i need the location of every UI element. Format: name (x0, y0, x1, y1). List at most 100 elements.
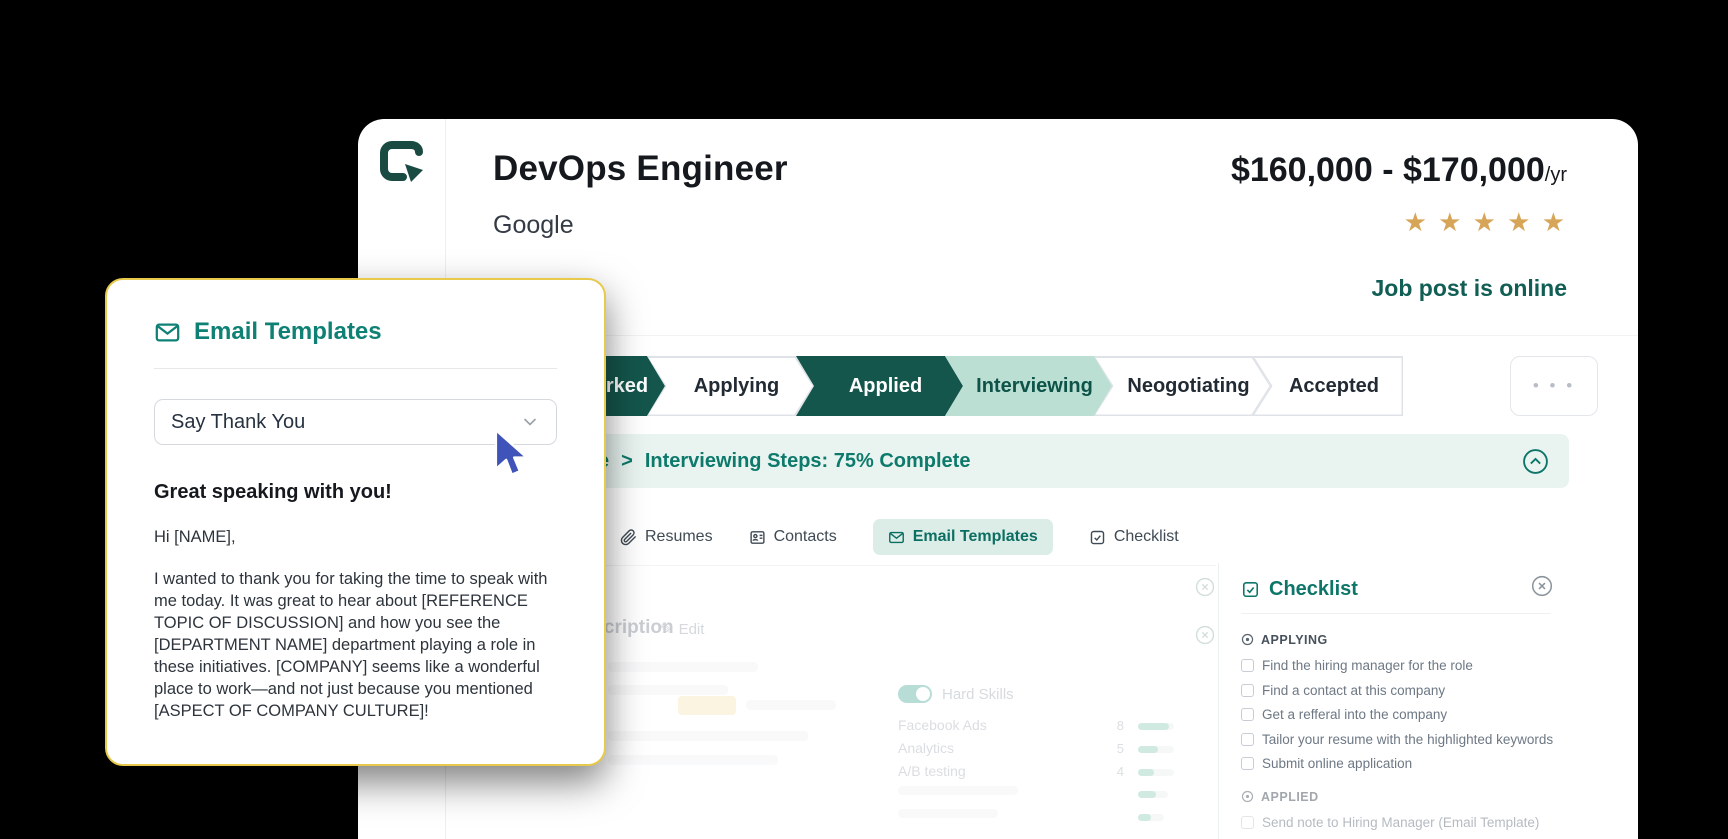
hard-skills-toggle-label: Hard Skills (942, 686, 1014, 703)
stage-dot-icon (1241, 790, 1254, 803)
stage-label: Neogotiating (1096, 358, 1270, 415)
screen: DevOps Engineer Google $160,000 - $170,0… (0, 0, 1728, 839)
checklist-header: Checklist (1241, 577, 1551, 601)
popup-title: Email Templates (194, 318, 382, 345)
paperclip-icon (620, 528, 637, 546)
tab-label: Resumes (645, 528, 713, 545)
tab-contacts[interactable]: Contacts (749, 528, 837, 546)
job-post-status: Job post is online (1371, 275, 1567, 301)
banner-separator: > (621, 449, 633, 472)
section-name: APPLIED (1261, 789, 1319, 804)
section-header: APPLYING (1241, 632, 1551, 647)
pencil-icon: ✎ (660, 621, 673, 638)
skill-name: A/B testing (898, 763, 966, 779)
skill-skeleton (898, 809, 998, 818)
teal-logo (378, 139, 426, 187)
checklist-item[interactable]: Tailor your resume with the highlighted … (1241, 731, 1554, 747)
checklist-item[interactable]: Get a refferal into the company (1241, 707, 1551, 722)
skill-score: 4 (1116, 764, 1124, 779)
skill-bar (1138, 814, 1164, 821)
text-skeleton (608, 731, 808, 741)
banner-text: Interviewing Steps: 75% Complete (644, 449, 971, 472)
tab-label: Checklist (1113, 528, 1179, 545)
salary-range: $160,000 - $170,000/yr (1231, 151, 1567, 190)
stage-applying[interactable]: Applying (647, 356, 814, 416)
checkbox[interactable] (1241, 659, 1254, 672)
checklist-item-label: Find the hiring manager for the role (1262, 658, 1473, 673)
stage-neogotiating[interactable]: Neogotiating (1094, 356, 1271, 416)
skill-bar (1138, 746, 1174, 753)
section-header: APPLIED (1241, 789, 1551, 804)
tab-resumes[interactable]: Resumes (620, 528, 713, 546)
mail-icon (154, 319, 181, 346)
template-select-value: Say Thank You (171, 410, 306, 433)
job-company: Google (493, 211, 574, 239)
close-checklist-button[interactable] (1531, 575, 1553, 597)
guidance-banner[interactable]: Guidance > Interviewing Steps: 75% Compl… (498, 434, 1569, 488)
checkbox[interactable] (1241, 757, 1254, 770)
tab-email-templates[interactable]: Email Templates (872, 519, 1053, 555)
collapse-up-icon[interactable] (1522, 448, 1549, 475)
checklist-item-label: Tailor your resume with the highlighted … (1262, 731, 1554, 747)
stage-label: Applying (649, 358, 813, 415)
skill-bar (1138, 769, 1174, 776)
checklist-item[interactable]: Find the hiring manager for the role (1241, 658, 1551, 673)
template-heading: Great speaking with you! (154, 481, 392, 503)
skill-name: Analytics (898, 740, 955, 756)
skill-score: 5 (1116, 741, 1124, 756)
tab-label: Email Templates (912, 528, 1038, 545)
section-items: Find the hiring manager for the role Fin… (1241, 658, 1554, 771)
collapse-section-icon[interactable] (1195, 625, 1215, 645)
template-greeting: Hi [NAME], (154, 528, 236, 546)
rating-stars[interactable]: ★ ★ ★ ★ ★ (1404, 207, 1567, 238)
popup-divider (154, 368, 557, 369)
job-title: DevOps Engineer (493, 149, 788, 188)
keyword-highlight-chip (678, 696, 736, 715)
skill-bar (1138, 723, 1174, 730)
check-square-icon (1089, 529, 1106, 546)
checklist-item[interactable]: Submit online application (1241, 756, 1551, 771)
stage-applied[interactable]: Applied (796, 356, 963, 416)
mail-icon (888, 529, 905, 546)
popup-header: Email Templates (154, 318, 557, 346)
stage-label: Accepted (1254, 357, 1402, 415)
edit-button[interactable]: ✎ Edit (660, 620, 705, 639)
checkbox[interactable] (1241, 816, 1254, 829)
text-skeleton (608, 755, 778, 765)
stage-accepted[interactable]: Accepted (1253, 356, 1403, 416)
header-divider (447, 335, 1638, 336)
checklist-item-label: Submit online application (1262, 756, 1413, 771)
skill-name: Facebook Ads (898, 717, 987, 733)
email-templates-popup: Email Templates Say Thank You Great spea… (105, 278, 606, 766)
tab-checklist[interactable]: Checklist (1089, 528, 1179, 546)
checkbox[interactable] (1241, 732, 1254, 746)
stage-interviewing[interactable]: Interviewing (945, 356, 1112, 416)
edit-label: Edit (678, 620, 705, 638)
checklist-item[interactable]: Send note to Hiring Manager (Email Templ… (1241, 815, 1551, 830)
checkbox[interactable] (1241, 683, 1254, 697)
tab-label: Contacts (773, 528, 837, 545)
salary-value: $160,000 - $170,000 (1230, 151, 1545, 189)
section-items: Send note to Hiring Manager (Email Templ… (1241, 815, 1551, 839)
contact-card-icon (749, 529, 766, 546)
text-skeleton (608, 662, 758, 672)
checklist-item-label: Send note to Hiring Manager (Email Templ… (1262, 815, 1540, 830)
hard-skills-toggle[interactable] (898, 685, 932, 703)
checkbox[interactable] (1241, 708, 1254, 721)
checklist-divider (1241, 613, 1551, 614)
checklist-section-applied: APPLIED Send note to Hiring Manager (Ema… (1241, 789, 1551, 839)
text-skeleton (608, 685, 728, 695)
checklist-item-label: Get a refferal into the company (1262, 707, 1448, 722)
check-square-icon (1241, 580, 1260, 599)
collapse-section-icon[interactable] (1195, 577, 1215, 597)
checklist-item[interactable]: Find a contact at this company (1241, 683, 1551, 698)
mouse-cursor (492, 428, 534, 483)
stage-overflow-button[interactable]: • • • (1510, 356, 1598, 416)
tab-bar: Resumes Contacts Email Templates Checkli… (620, 517, 1179, 557)
skill-score: 8 (1116, 718, 1124, 733)
stage-label: Interviewing (947, 358, 1111, 415)
checklist-panel: Checklist APPLYING Find the hiring manag… (1218, 563, 1569, 839)
checklist-section-applying: APPLYING Find the hiring manager for the… (1241, 632, 1554, 771)
salary-period: /yr (1544, 164, 1567, 186)
skill-skeleton (898, 786, 1018, 795)
